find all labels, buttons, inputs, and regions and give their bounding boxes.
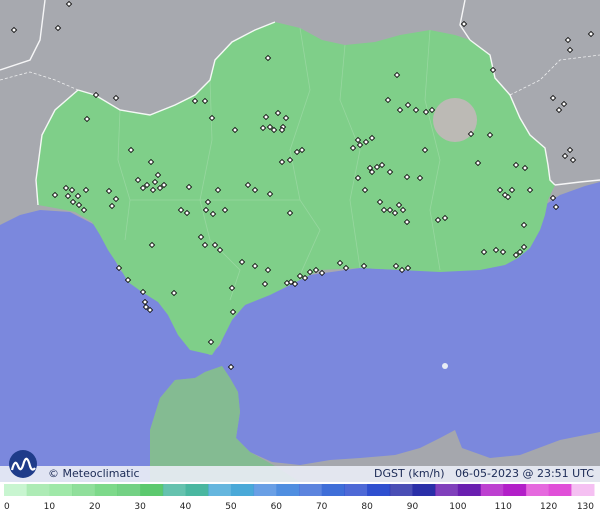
legend-color-band: [117, 484, 141, 496]
legend-color-band: [276, 484, 300, 496]
color-scale-legend: 0 10 20 30 40 50 60 70 80 90 100 110 120 130: [0, 482, 600, 517]
legend-color-band: [140, 484, 164, 496]
weather-map: [0, 0, 600, 482]
legend-color-band: [457, 484, 482, 496]
legend-tick-label: 120: [540, 502, 557, 512]
legend-color-band: [230, 484, 255, 496]
legend-color-band: [435, 484, 459, 496]
legend-tick-label: 40: [180, 502, 192, 512]
legend-color-band: [480, 484, 504, 496]
legend-color-band: [503, 484, 527, 496]
info-bar: © Meteoclimatic DGST (km/h) 06-05-2023 @…: [0, 466, 600, 482]
legend-tick-label: 130: [577, 502, 594, 512]
variable-readout: DGST (km/h) 06-05-2023 @ 23:51 UTC: [374, 467, 594, 480]
legend-color-band: [548, 484, 572, 496]
legend-tick-label: 0: [4, 502, 10, 512]
meteoclimatic-logo-icon: [9, 450, 37, 478]
legend-color-band: [26, 484, 50, 496]
legend-color-band: [185, 484, 209, 496]
legend-color-band: [525, 484, 550, 496]
legend-color-band: [367, 484, 391, 496]
legend-color-band: [389, 484, 413, 496]
legend-tick-label: 70: [316, 502, 328, 512]
legend-tick-label: 50: [225, 502, 237, 512]
legend-color-band: [208, 484, 232, 496]
legend-color-band: [321, 484, 345, 496]
legend-tick-label: 100: [449, 502, 466, 512]
variable-name: DGST: [374, 467, 405, 480]
legend-tick-label: 30: [134, 502, 146, 512]
legend-color-band: [162, 484, 187, 496]
timestamp: 06-05-2023 @ 23:51 UTC: [455, 467, 594, 480]
legend-tick-label: 80: [361, 502, 373, 512]
legend-color-band: [299, 484, 323, 496]
legend-color-band: [49, 484, 73, 496]
legend-tick-label: 20: [89, 502, 101, 512]
legend-color-band: [94, 484, 118, 496]
legend-color-band: [571, 484, 595, 496]
alboran-island: [442, 363, 448, 369]
legend-color-band: [344, 484, 368, 496]
legend-tick-label: 10: [44, 502, 56, 512]
copyright-label: © Meteoclimatic: [48, 467, 140, 480]
legend-tick-label: 60: [271, 502, 283, 512]
variable-units: (km/h): [408, 467, 445, 480]
legend-color-band: [72, 484, 96, 496]
legend-color-band: [253, 484, 277, 496]
legend-tick-label: 110: [495, 502, 512, 512]
legend-tick-label: 90: [407, 502, 419, 512]
legend-color-band: [412, 484, 436, 496]
legend-color-band: [4, 484, 28, 496]
